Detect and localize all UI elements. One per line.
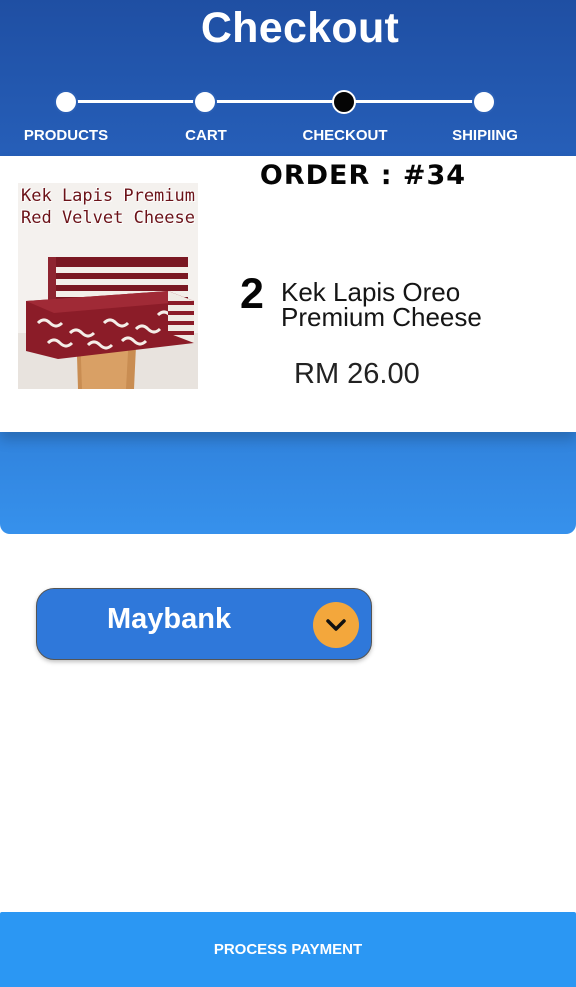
product-image: Kek Lapis Premium Red Velvet Cheese [18,183,198,389]
product-image-caption: Kek Lapis Premium Red Velvet Cheese [18,185,198,229]
step-dot-shipping[interactable] [472,90,496,114]
page-title: Checkout [200,4,400,52]
chevron-down-icon[interactable] [313,602,359,648]
step-dot-products[interactable] [54,90,78,114]
item-quantity: 2 [240,270,264,318]
step-label-shipping[interactable]: SHIPIING [415,127,555,144]
item-name-line-2: Premium Cheese [281,302,482,332]
step-label-checkout[interactable]: CHECKOUT [275,127,415,144]
item-price: RM 26.00 [294,358,420,390]
order-number: ORDER : #34 [259,160,467,191]
process-payment-button[interactable]: PROCESS PAYMENT [0,912,576,987]
bank-select-dropdown[interactable]: Maybank [36,588,372,660]
caption-line-2: Red Velvet Cheese [21,208,195,228]
step-label-cart[interactable]: CART [136,127,276,144]
selected-bank-label[interactable]: Maybank [107,603,231,636]
step-dot-cart[interactable] [193,90,217,114]
caption-line-1: Kek Lapis Premium [21,186,195,206]
order-card: ORDER : #34 Kek Lapis Premium Red Velvet… [0,156,576,432]
item-name: Kek Lapis Oreo Premium Cheese [281,279,521,332]
step-label-products[interactable]: PRODUCTS [0,127,136,144]
progress-line [66,100,484,103]
step-dot-checkout[interactable] [332,90,356,114]
